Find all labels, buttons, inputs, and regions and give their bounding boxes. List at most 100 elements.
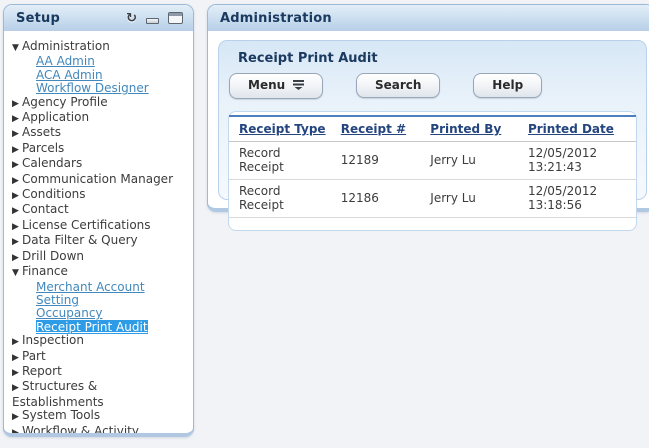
tree-branch-drill-down[interactable]: ▶Drill Down	[12, 250, 189, 265]
tree-branch-report[interactable]: ▶Report	[12, 365, 189, 380]
tree-link-row: ACA Admin	[36, 69, 189, 82]
audit-table: Receipt Type Receipt # Printed By Printed D…	[229, 115, 636, 218]
tree-branch-label: Assets	[22, 125, 61, 139]
tree-branch-agency-profile[interactable]: ▶Agency Profile	[12, 96, 189, 111]
triangle-right-icon: ▶	[12, 336, 22, 349]
triangle-right-icon: ▶	[12, 113, 22, 126]
tree-branch-license-certifications[interactable]: ▶License Certifications	[12, 219, 189, 234]
setup-panel-controls: ↻	[126, 12, 183, 25]
receipt-print-audit-title: Receipt Print Audit	[219, 41, 646, 66]
tree-branch-label: Workflow & Activity	[22, 424, 139, 433]
triangle-right-icon: ▶	[12, 382, 22, 395]
tree-branch-inspection[interactable]: ▶Inspection	[12, 334, 189, 349]
column-header-receipt-: Receipt #	[331, 116, 421, 142]
audit-table-box: Receipt Type Receipt # Printed By Printed D…	[228, 111, 637, 231]
tree-branch-label: Contact	[22, 202, 69, 216]
tree-branch-communication-manager[interactable]: ▶Communication Manager	[12, 173, 189, 188]
triangle-right-icon: ▶	[12, 128, 22, 141]
audit-table-header-row: Receipt Type Receipt # Printed By Printed D…	[229, 116, 636, 142]
triangle-right-icon: ▶	[12, 190, 22, 203]
tree-branch-administration[interactable]: ▼Administration	[12, 40, 189, 55]
tree-branch-label: Part	[22, 349, 46, 363]
tree-branch-application[interactable]: ▶Application	[12, 111, 189, 126]
tree-branch-label: License Certifications	[22, 218, 151, 232]
tree-link-row: Workflow Designer	[36, 82, 189, 95]
setup-tree: ▼AdministrationAA AdminACA AdminWorkflow…	[12, 40, 189, 433]
column-sort-link[interactable]: Receipt #	[341, 122, 406, 136]
tree-link-occupancy[interactable]: Occupancy	[36, 306, 103, 320]
setup-panel-header: Setup ↻	[4, 5, 193, 31]
tree-branch-label: Structures & Establishments	[12, 379, 104, 408]
tree-branch-finance[interactable]: ▼Finance	[12, 265, 189, 280]
tree-branch-assets[interactable]: ▶Assets	[12, 126, 189, 141]
tree-branch-label: Conditions	[22, 187, 86, 201]
tree-branch-label: Communication Manager	[22, 172, 173, 186]
table-cell: Record Receipt	[229, 180, 331, 218]
triangle-right-icon: ▶	[12, 236, 22, 249]
tree-branch-structures-establishments[interactable]: ▶Structures & Establishments	[12, 380, 189, 409]
tree-branch-label: System Tools	[22, 408, 100, 422]
table-cell: Record Receipt	[229, 142, 331, 180]
table-cell: Jerry Lu	[420, 180, 518, 218]
column-header-printed-by: Printed By	[420, 116, 518, 142]
setup-tree-container: ▼AdministrationAA AdminACA AdminWorkflow…	[4, 31, 193, 433]
tree-link-row: Occupancy	[36, 307, 189, 320]
tree-branch-system-tools[interactable]: ▶System Tools	[12, 409, 189, 424]
administration-panel-header: Administration	[208, 5, 649, 31]
tree-branch-label: Drill Down	[22, 249, 84, 263]
tree-branch-calendars[interactable]: ▶Calendars	[12, 157, 189, 172]
receipt-print-audit-panel: Receipt Print Audit Menu Search Help Rec…	[218, 40, 647, 200]
triangle-right-icon: ▶	[12, 144, 22, 157]
administration-panel-body: Receipt Print Audit Menu Search Help Rec…	[208, 31, 649, 208]
triangle-right-icon: ▶	[12, 252, 22, 265]
column-sort-link[interactable]: Printed Date	[528, 122, 614, 136]
tree-link-aa-admin[interactable]: AA Admin	[36, 54, 95, 68]
triangle-right-icon: ▶	[12, 427, 22, 433]
tree-branch-workflow-activity[interactable]: ▶Workflow & Activity	[12, 425, 189, 433]
triangle-right-icon: ▶	[12, 159, 22, 172]
triangle-right-icon: ▶	[12, 205, 22, 218]
tree-branch-data-filter-query[interactable]: ▶Data Filter & Query	[12, 234, 189, 249]
tree-branch-contact[interactable]: ▶Contact	[12, 203, 189, 218]
tree-branch-label: Finance	[22, 264, 68, 278]
table-cell: 12189	[331, 142, 421, 180]
tree-branch-parcels[interactable]: ▶Parcels	[12, 142, 189, 157]
table-row: Record Receipt12186Jerry Lu12/05/2012 13…	[229, 180, 636, 218]
tree-branch-label: Parcels	[22, 141, 64, 155]
triangle-right-icon: ▶	[12, 98, 22, 111]
tree-branch-conditions[interactable]: ▶Conditions	[12, 188, 189, 203]
column-header-receipt-type: Receipt Type	[229, 116, 331, 142]
search-button[interactable]: Search	[356, 73, 440, 98]
tree-branch-part[interactable]: ▶Part	[12, 350, 189, 365]
triangle-right-icon: ▶	[12, 175, 22, 188]
tree-branch-label: Agency Profile	[22, 95, 108, 109]
table-cell: 12/05/2012 13:21:43	[518, 142, 636, 180]
maximize-icon[interactable]	[168, 12, 183, 24]
menu-dropdown-icon	[293, 79, 304, 93]
column-sort-link[interactable]: Receipt Type	[239, 122, 326, 136]
table-cell: 12/05/2012 13:18:56	[518, 180, 636, 218]
menu-button-label: Menu	[248, 78, 285, 92]
column-header-printed-date: Printed Date	[518, 116, 636, 142]
triangle-down-icon: ▼	[12, 42, 22, 55]
tree-branch-label: Calendars	[22, 156, 82, 170]
tree-branch-label: Application	[22, 110, 89, 124]
menu-button[interactable]: Menu	[229, 73, 323, 99]
tree-branch-label: Report	[22, 364, 62, 378]
tree-link-merchant-account-setting[interactable]: Merchant Account Setting	[36, 280, 145, 307]
administration-panel: Administration Receipt Print Audit Menu …	[207, 4, 649, 212]
tree-link-workflow-designer[interactable]: Workflow Designer	[36, 81, 149, 95]
help-button[interactable]: Help	[473, 73, 542, 98]
tree-link-aca-admin[interactable]: ACA Admin	[36, 68, 103, 82]
tree-branch-label: Administration	[22, 39, 110, 53]
triangle-right-icon: ▶	[12, 367, 22, 380]
column-sort-link[interactable]: Printed By	[430, 122, 501, 136]
table-cell: 12186	[331, 180, 421, 218]
tree-link-receipt-print-audit[interactable]: Receipt Print Audit	[36, 320, 148, 334]
tree-link-row: Receipt Print Audit	[36, 321, 189, 334]
refresh-icon[interactable]: ↻	[126, 12, 137, 25]
tree-link-row: Merchant Account Setting	[36, 281, 189, 308]
minimize-icon[interactable]	[146, 18, 159, 24]
triangle-down-icon: ▼	[12, 267, 22, 280]
triangle-right-icon: ▶	[12, 411, 22, 424]
